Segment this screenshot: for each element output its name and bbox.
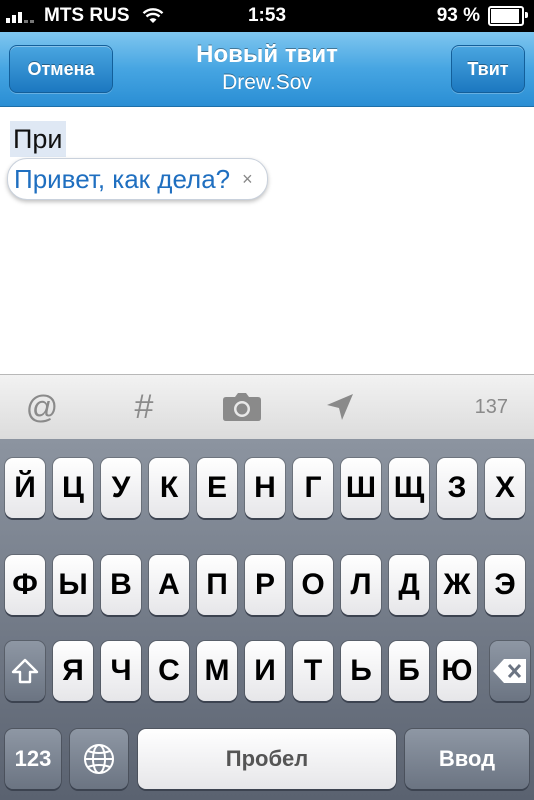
shift-icon [11,658,39,684]
key-6-row3[interactable]: Т [293,641,333,701]
key-6-row1[interactable]: Н [245,458,285,518]
key-6-row2[interactable]: Р [245,555,285,615]
status-bar: MTS RUS 1:53 93 % [0,0,534,32]
compose-toolbar: @ # 137 [0,374,534,440]
key-7-row3[interactable]: Ь [341,641,381,701]
keyboard: 123 Пробел Ввод ЙЦУКЕНГШЩЗХ ФЫВАПРОЛДЖЭ ЯЧ… [0,439,534,800]
cancel-button[interactable]: Отмена [9,45,113,93]
key-4-row3[interactable]: М [197,641,237,701]
key-1-row1[interactable]: Й [5,458,45,518]
hashtag-icon[interactable]: # [126,387,162,427]
key-10-row2[interactable]: Ж [437,555,477,615]
battery-percent: 93 % [436,5,480,26]
key-8-row3[interactable]: Б [389,641,429,701]
key-2-row1[interactable]: Ц [53,458,93,518]
dismiss-suggestion-icon[interactable]: × [242,169,253,190]
key-7-row1[interactable]: Г [293,458,333,518]
delete-icon [493,659,526,683]
shift-key[interactable] [5,641,45,701]
autocorrect-suggestion[interactable]: Привет, как дела? × [7,158,268,200]
key-3-row1[interactable]: У [101,458,141,518]
key-4-row1[interactable]: К [149,458,189,518]
space-key[interactable]: Пробел [138,729,396,789]
key-5-row2[interactable]: П [197,555,237,615]
page-title: Новый твит [196,41,338,68]
numbers-key[interactable]: 123 [5,729,61,789]
globe-key[interactable] [70,729,128,789]
key-5-row3[interactable]: И [245,641,285,701]
key-2-row3[interactable]: Ч [101,641,141,701]
battery-icon [488,6,528,26]
key-9-row2[interactable]: Д [389,555,429,615]
key-1-row3[interactable]: Я [53,641,93,701]
delete-key[interactable] [490,641,530,701]
globe-icon [84,744,114,774]
key-1-row2[interactable]: Ф [5,555,45,615]
nav-title-block: Новый твит Drew.Sov [120,40,414,96]
key-3-row3[interactable]: С [149,641,189,701]
key-8-row1[interactable]: Ш [341,458,381,518]
battery-fill [491,9,519,23]
suggestion-text: Привет, как дела? [14,163,231,194]
location-arrow-icon[interactable] [322,387,358,427]
key-4-row2[interactable]: А [149,555,189,615]
typed-text: При [10,121,66,157]
key-3-row2[interactable]: В [101,555,141,615]
character-count: 137 [474,395,508,418]
nav-bar: Отмена Новый твит Drew.Sov Твит [0,32,534,107]
account-name: Drew.Sov [222,71,312,94]
status-right: 93 % [436,5,528,27]
mention-icon[interactable]: @ [24,387,60,427]
key-11-row1[interactable]: Х [485,458,525,518]
key-10-row1[interactable]: З [437,458,477,518]
key-9-row3[interactable]: Ю [437,641,477,701]
key-9-row1[interactable]: Щ [389,458,429,518]
key-7-row2[interactable]: О [293,555,333,615]
key-2-row2[interactable]: Ы [53,555,93,615]
battery-tip [525,12,528,18]
key-5-row1[interactable]: Е [197,458,237,518]
camera-icon[interactable] [222,387,262,427]
return-key[interactable]: Ввод [405,729,529,789]
tweet-text-area[interactable]: При Привет, как дела? × [0,107,534,374]
key-11-row2[interactable]: Э [485,555,525,615]
key-8-row2[interactable]: Л [341,555,381,615]
tweet-button[interactable]: Твит [451,45,525,93]
